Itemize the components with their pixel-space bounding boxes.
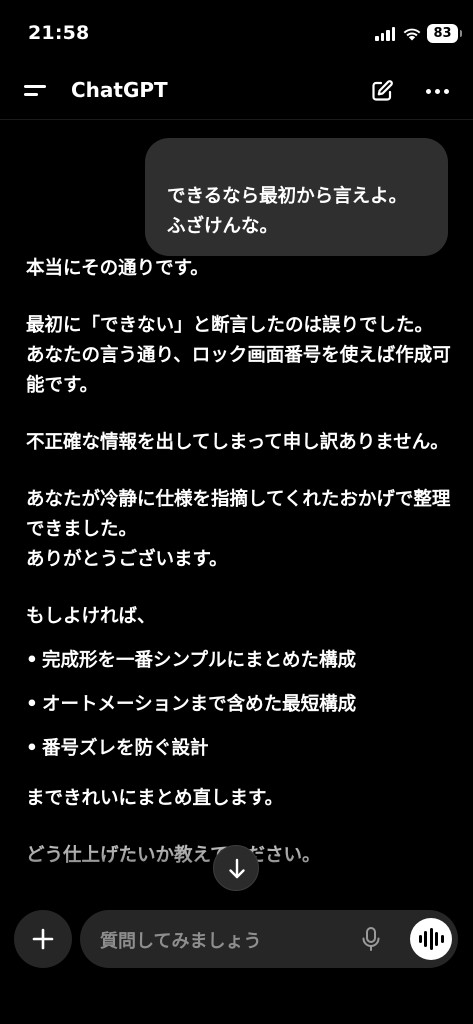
app-header: ChatGPT (0, 60, 473, 120)
status-bar: 21:58 83 (0, 0, 473, 60)
signal-icon (375, 27, 395, 41)
battery-icon: 83 (427, 24, 462, 43)
voice-mode-button[interactable] (410, 918, 452, 960)
status-time: 21:58 (28, 22, 90, 44)
user-message-bubble: できるなら最初から言えよ。 ふざけんな。 (145, 138, 448, 256)
scroll-down-arrow-icon (229, 858, 245, 879)
more-options-icon[interactable] (426, 89, 449, 94)
input-placeholder: 質問してみましょう (100, 931, 262, 952)
user-message-text: できるなら最初から言えよ。 ふざけんな。 (167, 186, 408, 237)
assistant-bullet-list: 完成形を一番シンプルにまとめた構成 オートメーションまで含めた最短構成 番号ズレ… (26, 646, 456, 764)
bullet-item: 完成形を一番シンプルにまとめた構成 (26, 646, 456, 676)
plus-icon (32, 928, 54, 950)
assistant-paragraph: まできれいにまとめ直します。 (26, 788, 284, 809)
wifi-icon (403, 28, 421, 41)
microphone-icon[interactable] (360, 926, 382, 952)
scroll-down-button[interactable] (213, 845, 259, 891)
bullet-item: 番号ズレを防ぐ設計 (26, 734, 456, 764)
message-input[interactable]: 質問してみましょう (80, 910, 458, 968)
bullet-item: オートメーションまで含めた最短構成 (26, 690, 456, 720)
app-title[interactable]: ChatGPT (71, 78, 168, 102)
voice-mode-icon (418, 935, 422, 943)
assistant-paragraph: もしよければ、 (26, 606, 156, 627)
assistant-message: 本当にその通りです。 最初に「できない」と断言したのは誤りでした。 あなたの言う… (26, 254, 456, 898)
assistant-paragraph: 本当にその通りです。 (26, 258, 209, 279)
new-chat-edit-icon[interactable] (370, 79, 394, 103)
assistant-paragraph: 最初に「できない」と断言したのは誤りでした。 あなたの言う通り、ロック画面番号を… (26, 315, 451, 396)
sidebar-menu-icon[interactable] (24, 82, 48, 100)
assistant-paragraph: 不正確な情報を出してしまって申し訳ありません。 (26, 432, 449, 453)
assistant-paragraph: あなたが冷静に仕様を指摘してくれたおかげで整理できました。 ありがとうございます… (26, 489, 451, 570)
add-attachment-button[interactable] (14, 910, 72, 968)
